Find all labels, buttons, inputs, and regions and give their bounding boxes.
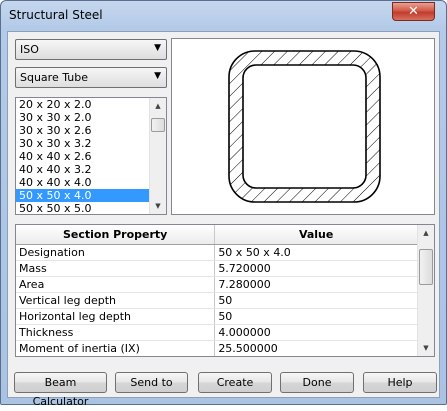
list-item[interactable]: 40 x 40 x 2.6 xyxy=(16,150,149,163)
window-title: Structural Steel xyxy=(9,8,103,22)
beam-calculator-button[interactable]: Beam Calculator xyxy=(14,372,107,408)
close-button[interactable]: ✕ xyxy=(392,2,435,21)
property-value: 5.720000 xyxy=(214,260,418,277)
title-bar[interactable]: Structural Steel ✕ xyxy=(1,1,446,29)
property-value: 7.280000 xyxy=(214,276,418,293)
list-item[interactable]: 40 x 40 x 3.2 xyxy=(16,163,149,176)
scroll-thumb[interactable] xyxy=(151,118,165,132)
property-value: 50 xyxy=(214,308,418,325)
list-item[interactable]: 20 x 20 x 2.0 xyxy=(16,98,149,111)
grid-scrollbar[interactable]: ▲ ▼ xyxy=(417,225,434,356)
square-tube-section-drawing xyxy=(172,39,434,214)
list-item[interactable]: 30 x 30 x 2.6 xyxy=(16,124,149,137)
section-preview xyxy=(171,38,435,215)
column-header-value[interactable]: Value xyxy=(214,225,418,245)
property-name: Horizontal leg depth xyxy=(16,308,216,325)
table-row[interactable]: Moment of inertia (IX) 25.500000 xyxy=(16,340,418,356)
shape-dropdown-value: Square Tube xyxy=(20,71,88,84)
scroll-up-icon[interactable]: ▲ xyxy=(150,98,166,114)
shape-dropdown[interactable]: Square Tube ▼ xyxy=(15,67,167,88)
property-value: 50 x 50 x 4.0 xyxy=(214,244,418,261)
property-name: Designation xyxy=(16,244,216,261)
done-button[interactable]: Done xyxy=(280,372,354,393)
chevron-down-icon: ▼ xyxy=(154,71,161,81)
table-row[interactable]: Vertical leg depth 50 xyxy=(16,292,418,309)
section-property-grid[interactable]: Section Property Value Designation 50 x 5… xyxy=(15,224,435,357)
property-value: 25.500000 xyxy=(214,340,418,356)
list-item[interactable]: 50 x 50 x 4.0 xyxy=(16,189,149,202)
scroll-down-icon[interactable]: ▼ xyxy=(150,198,166,214)
size-list-items: 20 x 20 x 2.0 30 x 30 x 2.0 30 x 30 x 2.6 3… xyxy=(16,98,149,214)
table-row[interactable]: Mass 5.720000 xyxy=(16,260,418,277)
list-item[interactable]: 30 x 30 x 2.0 xyxy=(16,111,149,124)
standard-dropdown[interactable]: ISO ▼ xyxy=(15,39,167,60)
property-name: Mass xyxy=(16,260,216,277)
dialog-client-area: ISO ▼ Square Tube ▼ 20 x 20 x 2.0 30 x 30… xyxy=(7,31,440,408)
property-name: Moment of inertia (IX) xyxy=(16,340,216,356)
property-value: 50 xyxy=(214,292,418,309)
property-name: Thickness xyxy=(16,324,216,341)
size-list[interactable]: 20 x 20 x 2.0 30 x 30 x 2.0 30 x 30 x 2.6 3… xyxy=(15,97,167,215)
property-name: Vertical leg depth xyxy=(16,292,216,309)
scroll-up-icon[interactable]: ▲ xyxy=(418,225,434,241)
table-row[interactable]: Designation 50 x 50 x 4.0 xyxy=(16,244,418,261)
send-to-button[interactable]: Send to xyxy=(115,372,188,393)
list-item[interactable]: 40 x 40 x 4.0 xyxy=(16,176,149,189)
property-value: 4.000000 xyxy=(214,324,418,341)
table-row[interactable]: Thickness 4.000000 xyxy=(16,324,418,341)
structural-steel-window: Structural Steel ✕ ISO ▼ Square Tube ▼ 2… xyxy=(0,0,447,408)
table-row[interactable]: Horizontal leg depth 50 xyxy=(16,308,418,325)
scroll-thumb[interactable] xyxy=(419,249,433,285)
column-header-property[interactable]: Section Property xyxy=(16,225,216,245)
create-button[interactable]: Create xyxy=(198,372,272,393)
standard-dropdown-value: ISO xyxy=(20,43,39,56)
help-button[interactable]: Help xyxy=(363,372,437,393)
list-item[interactable]: 30 x 30 x 3.2 xyxy=(16,137,149,150)
chevron-down-icon: ▼ xyxy=(154,43,161,53)
size-list-scrollbar[interactable]: ▲ ▼ xyxy=(149,98,166,214)
list-item[interactable]: 50 x 50 x 5.0 xyxy=(16,202,149,214)
table-row[interactable]: Area 7.280000 xyxy=(16,276,418,293)
property-name: Area xyxy=(16,276,216,293)
scroll-down-icon[interactable]: ▼ xyxy=(418,340,434,356)
